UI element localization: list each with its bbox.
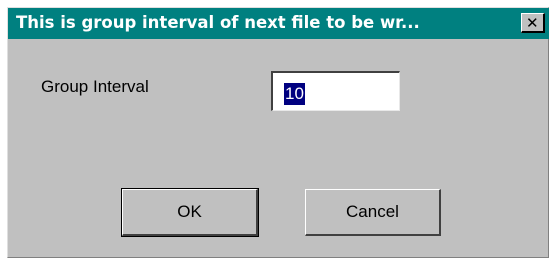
group-interval-label: Group Interval	[41, 77, 149, 96]
group-interval-value: 10	[284, 83, 305, 105]
close-icon: ✕	[526, 14, 539, 32]
window-title: This is group interval of next file to b…	[16, 13, 420, 32]
title-bar[interactable]: This is group interval of next file to b…	[8, 8, 549, 39]
group-interval-input[interactable]: 10	[271, 71, 400, 111]
cancel-button[interactable]: Cancel	[305, 189, 441, 236]
close-button[interactable]: ✕	[521, 13, 545, 33]
group-interval-dialog: This is group interval of next file to b…	[7, 7, 549, 258]
ok-button[interactable]: OK	[121, 188, 259, 237]
